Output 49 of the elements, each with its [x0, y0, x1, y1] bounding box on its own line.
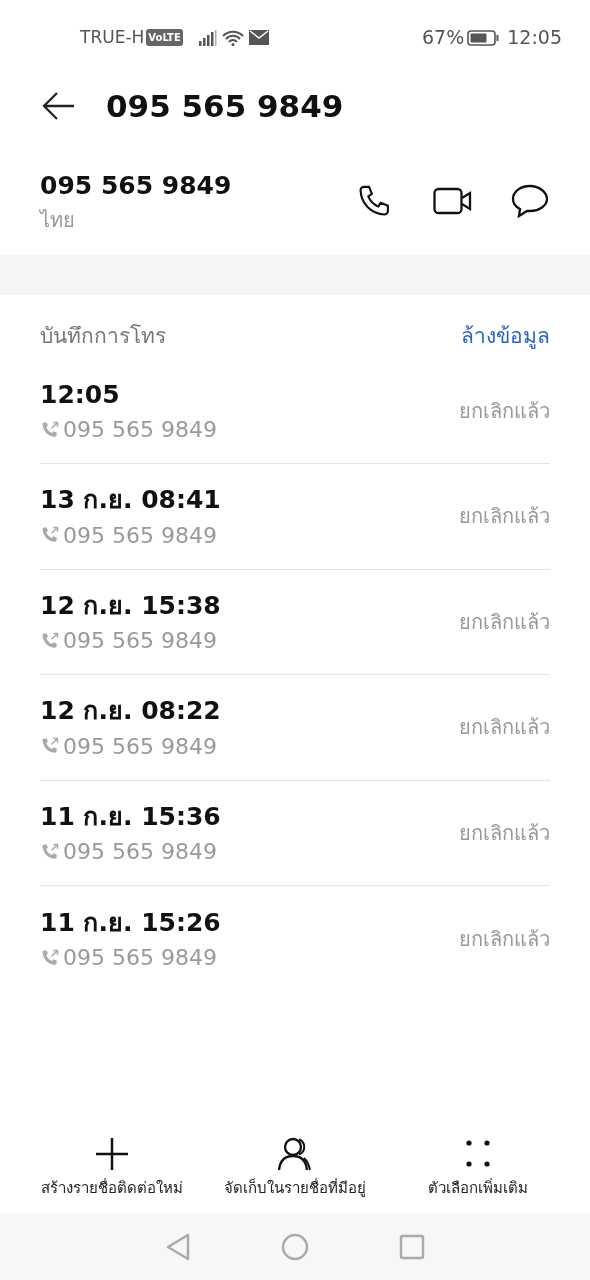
call-time: 11 ก.ย. 15:36	[40, 800, 221, 833]
outgoing-call-icon	[40, 630, 60, 651]
outgoing-call-icon	[40, 841, 60, 862]
contact-number: 095 565 9849	[40, 170, 232, 203]
chat-bubble-icon	[511, 184, 549, 218]
outgoing-call-icon	[40, 736, 60, 756]
battery-percent: 67%	[422, 25, 465, 51]
call-time: 12:05	[40, 378, 121, 411]
call-number: 095 565 9849	[63, 732, 217, 761]
call-number: 095 565 9849	[63, 627, 217, 655]
call-time: 12 ก.ย. 08:22	[40, 695, 221, 727]
section-title: บันทึกการโทร	[40, 323, 166, 350]
video-camera-icon	[433, 187, 473, 215]
clock: 12:05	[507, 25, 562, 51]
call-number: 095 565 9849	[63, 944, 217, 972]
home-circle-icon	[281, 1232, 309, 1261]
action-button[interactable]: สร้างรายชื่อติดต่อใหม่	[21, 1136, 202, 1199]
plus-icon	[93, 1136, 130, 1171]
call-status: ยกเลิกแล้ว	[459, 608, 550, 636]
call-status: ยกเลิกแล้ว	[459, 819, 550, 847]
outgoing-call-icon	[40, 419, 60, 440]
outgoing-call-icon	[40, 947, 60, 968]
call-time: 12 ก.ย. 15:38	[40, 589, 221, 622]
signal-icon	[198, 29, 217, 46]
carrier-name: TRUE-H	[80, 25, 145, 49]
call-status: ยกเลิกแล้ว	[459, 397, 550, 425]
page-title: 095 565 9849	[106, 86, 344, 126]
call-status: ยกเลิกแล้ว	[459, 714, 550, 742]
call-time: 11 ก.ย. 15:26	[40, 906, 221, 939]
call-status: ยกเลิกแล้ว	[459, 925, 550, 953]
clear-link[interactable]: ล้างข้อมูล	[461, 321, 550, 353]
call-number: 095 565 9849	[63, 838, 217, 866]
outgoing-call-icon	[40, 525, 60, 545]
back-triangle-icon	[165, 1232, 191, 1261]
network-badge: VoLTE	[146, 29, 183, 46]
call-status: ยกเลิกแล้ว	[459, 503, 550, 531]
recents-square-icon	[399, 1233, 425, 1260]
battery-icon	[467, 29, 500, 46]
call-time: 13 ก.ย. 08:41	[40, 484, 221, 516]
call-number: 095 565 9849	[63, 416, 217, 444]
action-button[interactable]: จัดเก็บในรายชื่อที่มีอยู่	[205, 1136, 385, 1199]
phone-icon	[357, 184, 391, 218]
call-number: 095 565 9849	[63, 521, 217, 550]
action-button[interactable]: ตัวเลือกเพิ่มเติม	[388, 1136, 569, 1199]
back-icon	[41, 91, 75, 121]
wifi-icon	[220, 29, 245, 46]
contact-location: ไทย	[40, 206, 76, 234]
people-icon	[277, 1136, 313, 1171]
mail-icon	[248, 30, 269, 45]
